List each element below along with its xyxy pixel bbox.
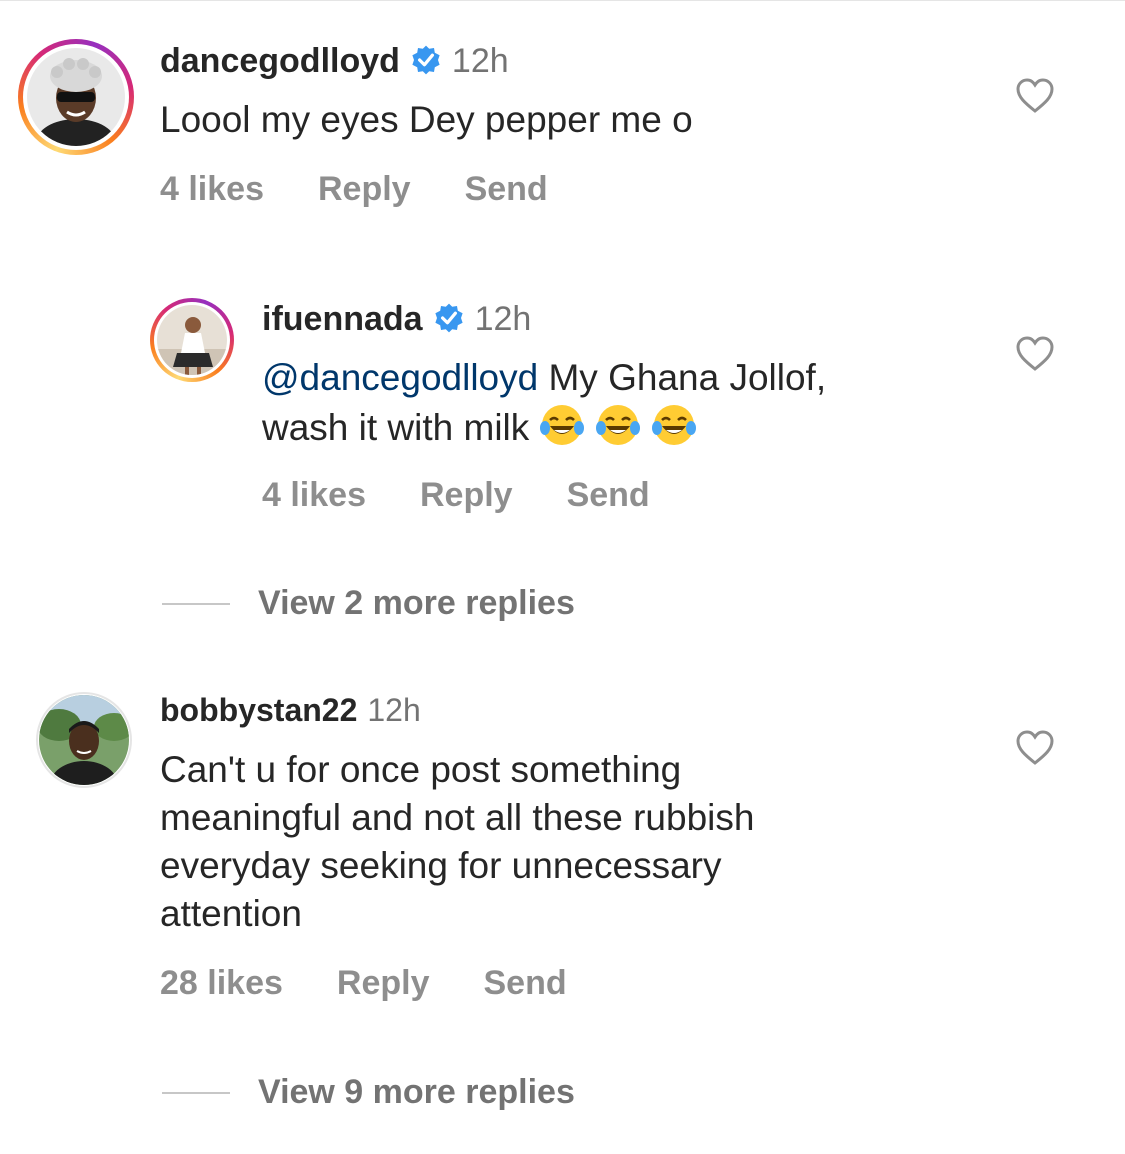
reply-button[interactable]: Reply xyxy=(337,964,430,1003)
heart-icon[interactable] xyxy=(1015,728,1055,768)
likes-count[interactable]: 4 likes xyxy=(160,170,264,209)
mention-link[interactable]: @dancegodlloyd xyxy=(262,357,538,398)
username[interactable]: ifuennada xyxy=(262,300,423,339)
comment-text-line: meaningful and not all these rubbish xyxy=(160,797,755,838)
view-more-replies-button[interactable]: View 9 more replies xyxy=(162,1073,575,1112)
reply-button[interactable]: Reply xyxy=(318,170,411,209)
username[interactable]: dancegodlloyd xyxy=(160,42,400,81)
thread-line xyxy=(162,1091,230,1094)
avatar[interactable] xyxy=(18,39,134,155)
send-button[interactable]: Send xyxy=(483,964,566,1003)
likes-count[interactable]: 4 likes xyxy=(262,476,366,515)
username[interactable]: bobbystan22 xyxy=(160,692,357,729)
face-with-tears-of-joy-icon xyxy=(540,405,585,445)
comment-text: @dancegodlloyd My Ghana Jollof, wash it … xyxy=(262,354,826,452)
comment-text-line: My Ghana Jollof, xyxy=(548,357,827,398)
comment-text-line: wash it with milk xyxy=(262,407,530,448)
comment-text: Can't u for once post something meaningf… xyxy=(160,746,754,938)
comment-header: dancegodlloyd 12h xyxy=(160,40,509,81)
view-more-replies-label: View 9 more replies xyxy=(258,1073,575,1111)
comment-header: ifuennada 12h xyxy=(262,298,531,339)
heart-icon[interactable] xyxy=(1015,76,1055,116)
heart-icon[interactable] xyxy=(1015,334,1055,374)
timestamp: 12h xyxy=(451,42,509,80)
comment-actions: 4 likes Reply Send xyxy=(262,476,704,515)
send-button[interactable]: Send xyxy=(465,170,548,209)
person-with-sunglasses-avatar-icon xyxy=(27,48,125,146)
comment-text-line: everyday seeking for unnecessary xyxy=(160,845,722,886)
avatar[interactable] xyxy=(150,298,234,382)
avatar[interactable] xyxy=(36,692,132,788)
comment-actions: 28 likes Reply Send xyxy=(160,964,621,1003)
face-with-tears-of-joy-icon xyxy=(596,405,641,445)
top-divider xyxy=(0,0,1125,1)
woman-seated-avatar-icon xyxy=(157,305,227,375)
comment-header: bobbystan22 12h xyxy=(160,692,421,729)
timestamp: 12h xyxy=(367,692,421,728)
face-with-tears-of-joy-icon xyxy=(652,405,697,445)
thread-line xyxy=(162,602,230,605)
likes-count[interactable]: 28 likes xyxy=(160,964,283,1003)
view-more-replies-label: View 2 more replies xyxy=(258,584,575,622)
comment-actions: 4 likes Reply Send xyxy=(160,170,602,209)
reply-button[interactable]: Reply xyxy=(420,476,513,515)
view-more-replies-button[interactable]: View 2 more replies xyxy=(162,584,575,623)
verified-badge-icon xyxy=(433,302,465,343)
comment-text: Loool my eyes Dey pepper me o xyxy=(160,99,693,140)
timestamp: 12h xyxy=(474,300,532,338)
man-outdoors-avatar-icon xyxy=(39,695,129,785)
comment-text-line: attention xyxy=(160,893,302,934)
comment-text-line: Can't u for once post something xyxy=(160,749,682,790)
send-button[interactable]: Send xyxy=(567,476,650,515)
verified-badge-icon xyxy=(410,44,442,85)
